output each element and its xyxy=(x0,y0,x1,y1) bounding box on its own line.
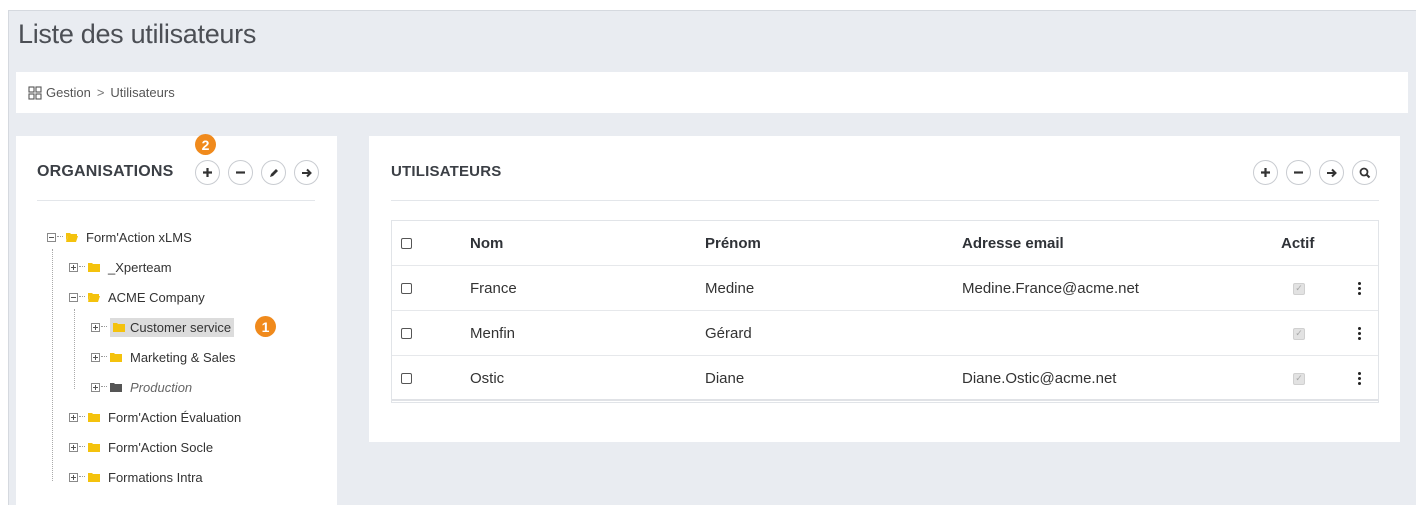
collapse-toggle-icon[interactable] xyxy=(47,232,56,242)
tree-node-formaction-evaluation[interactable]: Form'Action Évaluation xyxy=(69,407,244,427)
cell-nom: Ostic xyxy=(470,370,505,387)
more-vertical-icon[interactable] xyxy=(1358,282,1361,295)
folder-open-icon xyxy=(88,293,100,302)
utilisateurs-divider xyxy=(391,200,1379,201)
utilisateurs-title: UTILISATEURS xyxy=(391,163,502,180)
expand-toggle-icon[interactable] xyxy=(69,472,78,482)
page-title: Liste des utilisateurs xyxy=(18,19,257,49)
folder-open-icon xyxy=(66,233,78,242)
cell-prenom: Gérard xyxy=(705,325,752,342)
callout-badge-1: 1 xyxy=(255,316,276,337)
table-row[interactable]: Menfin Gérard ✓ xyxy=(392,311,1378,356)
cell-email: Diane.Ostic@acme.net xyxy=(962,370,1117,387)
organisations-tree: Form'Action xLMS _Xperteam ACME Company xyxy=(16,136,337,505)
tree-node-production[interactable]: Production xyxy=(91,377,195,397)
tree-node-customer-service[interactable]: Customer service xyxy=(91,317,235,337)
collapse-toggle-icon[interactable] xyxy=(69,292,78,302)
organisations-panel: ORGANISATIONS 2 Form'Action xLMS _Xperte… xyxy=(16,134,337,505)
tree-node-formaction-xlms[interactable]: Form'Action xLMS xyxy=(47,227,195,247)
breadcrumb-separator: > xyxy=(96,85,105,100)
folder-icon xyxy=(88,263,100,272)
row-checkbox[interactable] xyxy=(401,283,412,294)
tree-guide-line xyxy=(52,249,53,481)
table-row[interactable]: Ostic Diane Diane.Ostic@acme.net ✓ xyxy=(392,356,1378,401)
cell-nom: Menfin xyxy=(470,325,516,342)
remove-user-button[interactable] xyxy=(1286,160,1311,185)
column-header-nom[interactable]: Nom xyxy=(470,221,503,266)
cell-prenom: Diane xyxy=(705,370,745,387)
cell-prenom: Medine xyxy=(705,280,755,297)
expand-toggle-icon[interactable] xyxy=(91,322,100,332)
tree-node-acme-company[interactable]: ACME Company xyxy=(69,287,208,307)
folder-icon xyxy=(88,473,100,482)
breadcrumb-item-utilisateurs: Utilisateurs xyxy=(110,85,175,100)
move-user-button[interactable] xyxy=(1319,160,1344,185)
tree-node-xperteam[interactable]: _Xperteam xyxy=(69,257,175,277)
table-header-row: Nom Prénom Adresse email Actif xyxy=(392,221,1378,266)
row-checkbox[interactable] xyxy=(401,328,412,339)
folder-icon xyxy=(88,413,100,422)
expand-toggle-icon[interactable] xyxy=(91,352,100,362)
more-vertical-icon[interactable] xyxy=(1358,327,1361,340)
more-vertical-icon[interactable] xyxy=(1358,372,1361,385)
add-user-button[interactable] xyxy=(1253,160,1278,185)
breadcrumb-item-gestion[interactable]: Gestion xyxy=(46,85,91,100)
cell-email: Medine.France@acme.net xyxy=(962,280,1139,297)
column-header-actif[interactable]: Actif xyxy=(1281,221,1314,266)
tree-node-label: Customer service xyxy=(130,319,232,335)
search-icon xyxy=(1359,167,1370,178)
tree-node-formaction-socle[interactable]: Form'Action Socle xyxy=(69,437,216,457)
arrow-right-icon xyxy=(1326,168,1337,177)
grid-icon xyxy=(28,85,42,100)
folder-inactive-icon xyxy=(110,383,122,392)
expand-toggle-icon[interactable] xyxy=(69,442,78,452)
minus-icon xyxy=(1294,171,1303,174)
select-all-checkbox[interactable] xyxy=(401,238,412,249)
plus-icon xyxy=(1261,168,1270,177)
actif-checkbox-disabled: ✓ xyxy=(1293,327,1305,340)
cell-nom: France xyxy=(470,280,517,297)
users-table: Nom Prénom Adresse email Actif France Me… xyxy=(391,220,1379,403)
actif-checkbox-disabled: ✓ xyxy=(1293,282,1305,295)
folder-icon xyxy=(88,443,100,452)
folder-icon xyxy=(110,353,122,362)
breadcrumb: Gestion > Utilisateurs xyxy=(16,72,1408,113)
tree-node-formations-intra[interactable]: Formations Intra xyxy=(69,467,206,487)
tree-guide-line xyxy=(74,309,75,389)
tree-node-marketing-sales[interactable]: Marketing & Sales xyxy=(91,347,239,367)
expand-toggle-icon[interactable] xyxy=(69,262,78,272)
expand-toggle-icon[interactable] xyxy=(69,412,78,422)
expand-toggle-icon[interactable] xyxy=(91,382,100,392)
actif-checkbox-disabled: ✓ xyxy=(1293,372,1305,385)
column-header-email[interactable]: Adresse email xyxy=(962,221,1064,266)
row-checkbox[interactable] xyxy=(401,373,412,384)
utilisateurs-panel: UTILISATEURS Nom Prénom Adresse email Ac… xyxy=(369,136,1400,442)
app-window: Liste des utilisateurs Gestion > Utilisa… xyxy=(8,10,1416,505)
column-header-prenom[interactable]: Prénom xyxy=(705,221,761,266)
table-row[interactable]: France Medine Medine.France@acme.net ✓ xyxy=(392,266,1378,311)
folder-icon xyxy=(113,323,125,332)
search-user-button[interactable] xyxy=(1352,160,1377,185)
